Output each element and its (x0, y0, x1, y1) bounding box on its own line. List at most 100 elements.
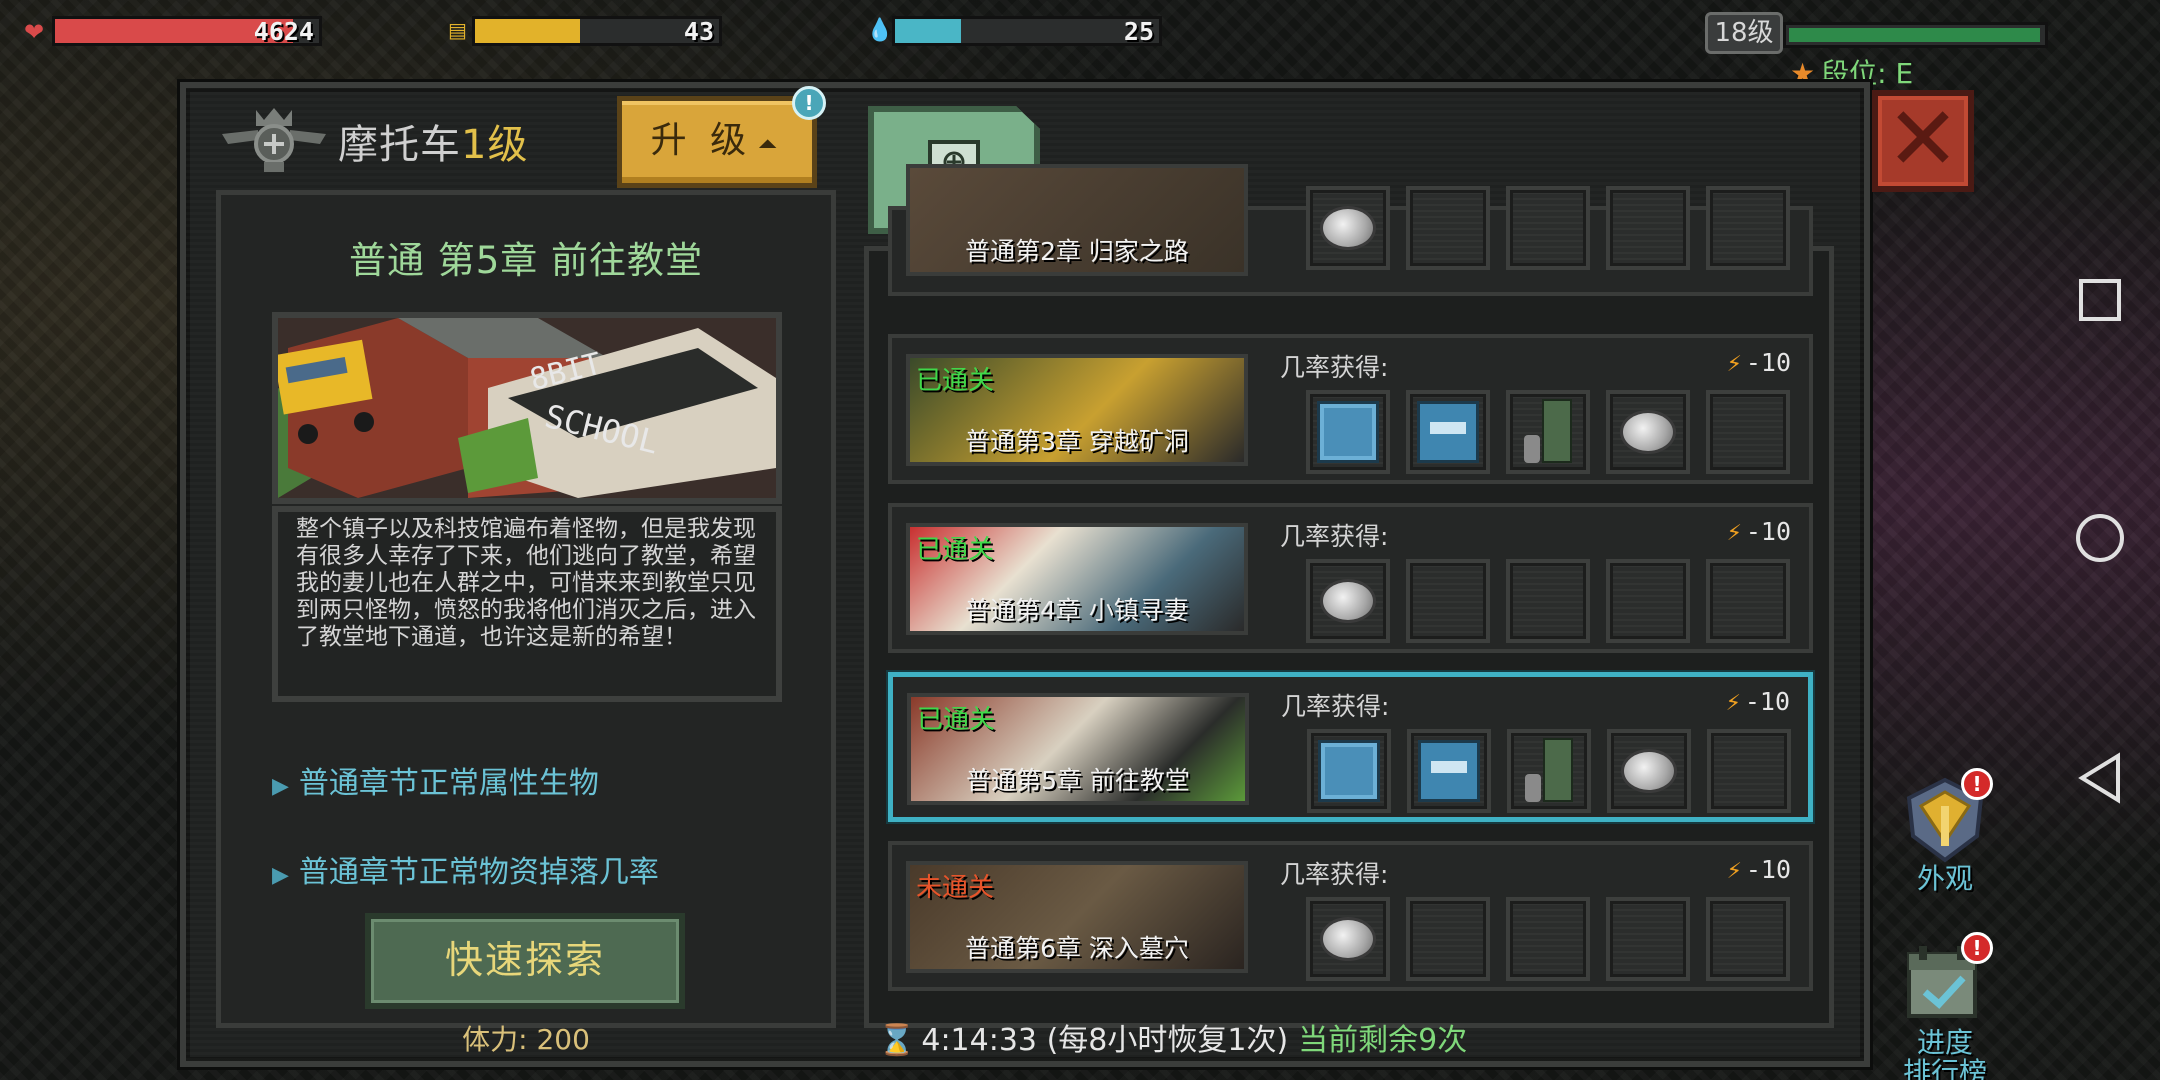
chapter-status: 已通关 (916, 535, 995, 565)
food-icon: ▤ (448, 18, 467, 42)
energy-cost-value: -10 (1745, 855, 1791, 884)
vehicle-crest-icon (222, 108, 326, 172)
gun-crate-icon (1417, 401, 1479, 463)
reward-slot (1506, 897, 1590, 981)
chapter-row[interactable]: 已通关 普通第4章 小镇寻妻 几率获得: ⚡ -10 (888, 503, 1813, 653)
drop-rate-label: 普通章节正常物资掉落几率 (298, 855, 659, 890)
water-drop-icon: 💧 (866, 18, 894, 43)
chapter-thumbnail: 已通关 普通第4章 小镇寻妻 (906, 523, 1248, 635)
drop-chance-label: 几率获得: (1281, 692, 1390, 721)
chapter-status: 未通关 (916, 873, 995, 903)
leaderboard-label-line2: 排行榜 (1902, 1056, 1987, 1080)
circle-icon (2076, 514, 2124, 562)
chapter-name: 普通第2章 归家之路 (965, 237, 1189, 266)
quick-explore-button[interactable]: 快速探索 (365, 913, 685, 1009)
reward-slot (1706, 390, 1790, 474)
silver-coin-icon (1620, 410, 1676, 454)
triangle-right-icon: ▶ (272, 774, 289, 799)
reward-slot[interactable] (1606, 390, 1690, 474)
recent-apps-button[interactable] (2062, 262, 2138, 338)
energy-cost: ⚡ -10 (1727, 348, 1791, 377)
chapter-row[interactable]: 未通关 普通第6章 深入墓穴 几率获得: ⚡ -10 (888, 841, 1813, 991)
food-bar: 43 (472, 16, 722, 46)
reward-slot (1706, 559, 1790, 643)
reward-slot[interactable] (1406, 390, 1490, 474)
reward-slot (1606, 559, 1690, 643)
reward-slot (1706, 186, 1790, 270)
refresh-timer: ⌛ 4:14:33 (每8小时恢复1次) 当前剩余9次 (878, 1015, 1467, 1059)
parts-icon (1521, 738, 1577, 804)
leaderboard-label-line1: 进度 (1916, 1026, 1973, 1059)
reward-slot (1606, 186, 1690, 270)
upgrade-button[interactable]: 升 级 ⏶ (617, 96, 817, 188)
gun-crate-icon (1418, 740, 1480, 802)
parts-icon (1520, 399, 1576, 465)
chapter-illustration: 8BIT SCHOOL (272, 312, 782, 504)
back-button[interactable] (2062, 740, 2138, 816)
reward-slots (1306, 390, 1790, 474)
hourglass-icon: ⌛ (878, 1023, 916, 1058)
chapter-thumbnail: 未通关 普通第6章 深入墓穴 (906, 861, 1248, 973)
notification-badge: ! (1961, 932, 1993, 964)
chapter-thumbnail: 已通关普通第5章 前往教堂 (907, 693, 1249, 805)
stamina-label: 体力: 200 (462, 1023, 590, 1056)
monster-info-label: 普通章节正常属性生物 (298, 766, 599, 801)
energy-cost: ⚡ -10 (1727, 855, 1791, 884)
chapter-status: 已通关 (917, 705, 996, 735)
triangle-back-icon (2078, 752, 2120, 804)
reward-slot[interactable] (1307, 729, 1391, 813)
remaining-count: 当前剩余9次 (1298, 1023, 1468, 1058)
health-value: 4624 (253, 17, 314, 46)
reward-slot[interactable] (1506, 390, 1590, 474)
close-button[interactable]: ✕ (1872, 90, 1974, 192)
drop-chance-label: 几率获得: (1280, 522, 1389, 551)
energy-cost: ⚡ -10 (1727, 517, 1791, 546)
chapter-name: 普通第5章 前往教堂 (966, 766, 1190, 795)
armor-crate-icon (1317, 401, 1379, 463)
chapter-row[interactable]: 已通关 普通第3章 穿越矿洞 几率获得: ⚡ -10 (888, 334, 1813, 484)
heart-icon: ❤ (24, 18, 45, 46)
chapter-description: 整个镇子以及科技馆遍布着怪物，但是我发现有很多人幸存了下来，他们逃向了教堂，希望… (296, 516, 756, 650)
reward-slot (1406, 186, 1490, 270)
leaderboard-button[interactable]: ! 进度 排行榜 (1885, 932, 2005, 1080)
vehicle-level: 1级 (461, 122, 529, 168)
lightning-icon: ⚡ (1726, 348, 1742, 377)
appearance-button[interactable]: ! 外观 (1885, 768, 2005, 895)
close-icon: ✕ (1886, 87, 1960, 190)
drop-chance-label: 几率获得: (1280, 860, 1389, 889)
square-icon (2079, 279, 2121, 321)
health-bar: 4624 (52, 16, 322, 46)
chapter-thumbnail: 已通关 普通第3章 穿越矿洞 (906, 354, 1248, 466)
chapter-name: 普通第3章 穿越矿洞 (965, 427, 1189, 456)
upgrade-label: 升 级 (650, 120, 753, 161)
reward-slots (1306, 559, 1790, 643)
reward-slot[interactable] (1407, 729, 1491, 813)
food-value: 43 (683, 17, 714, 46)
reward-slot[interactable] (1306, 390, 1390, 474)
energy-cost-value: -10 (1745, 348, 1791, 377)
lightning-icon: ⚡ (1725, 687, 1741, 716)
chapter-row[interactable]: 已通关 普通第5章 前往教堂 几率获得: ⚡ -10 (888, 672, 1813, 822)
silver-coin-icon (1320, 917, 1376, 961)
appearance-label: 外观 (1916, 862, 1973, 895)
reward-slot (1506, 559, 1590, 643)
info-badge[interactable]: ! (792, 86, 826, 120)
reward-slot[interactable] (1507, 729, 1591, 813)
drop-chance-label: 几率获得: (1280, 353, 1389, 382)
drop-rate-link[interactable]: ▶ 普通章节正常物资掉落几率 (272, 847, 659, 891)
armor-crate-icon (1318, 740, 1380, 802)
silver-coin-icon (1621, 749, 1677, 793)
reward-slot[interactable] (1306, 559, 1390, 643)
reward-slot (1606, 897, 1690, 981)
reward-slot[interactable] (1306, 897, 1390, 981)
reward-slots (1306, 186, 1790, 270)
monster-info-link[interactable]: ▶ 普通章节正常属性生物 (272, 758, 599, 802)
reward-slot (1406, 559, 1490, 643)
chapter-row[interactable]: 普通第2章 归家之路 (888, 164, 1813, 296)
reward-slot[interactable] (1306, 186, 1390, 270)
reward-slot[interactable] (1607, 729, 1691, 813)
silver-coin-icon (1320, 579, 1376, 623)
vehicle-title: 摩托车1级 (338, 112, 528, 170)
reward-slots (1307, 729, 1791, 813)
home-button[interactable] (2062, 500, 2138, 576)
